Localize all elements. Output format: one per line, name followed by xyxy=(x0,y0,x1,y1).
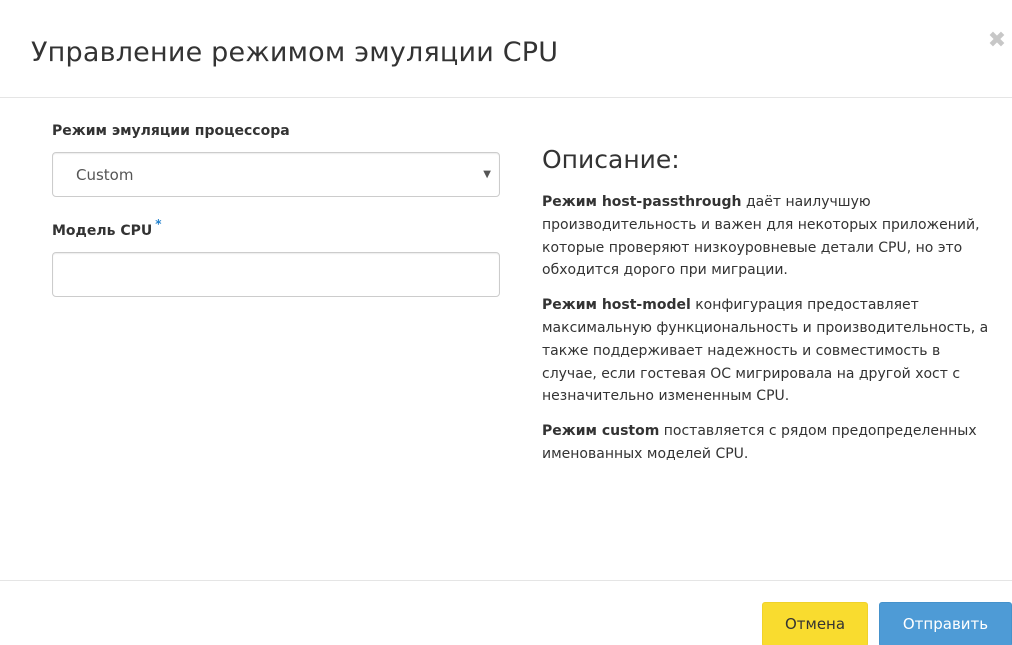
description-section: Описание: Режим host-passthrough даёт на… xyxy=(542,140,997,466)
host-passthrough-term: Режим host-passthrough xyxy=(542,194,742,210)
cpu-mode-selected-value: Custom xyxy=(76,166,134,184)
cpu-mode-select[interactable]: Custom ▼ xyxy=(52,152,500,197)
host-model-text: конфигурация предоставляет максимальную … xyxy=(542,297,989,405)
host-model-term: Режим host-model xyxy=(542,297,691,314)
cpu-model-label-wrap: Модель CPU * xyxy=(52,217,162,239)
dialog-header: Управление режимом эмуляции CPU ✖ xyxy=(0,0,1012,98)
cpu-mode-label: Режим эмуляции процессора xyxy=(52,123,290,139)
cancel-button[interactable]: Отмена xyxy=(762,602,868,645)
custom-term: Режим custom xyxy=(542,423,660,440)
cpu-model-input[interactable] xyxy=(52,252,500,297)
description-host-passthrough: Режим host-passthrough даёт наилучшую пр… xyxy=(542,191,997,282)
dialog-footer: Отмена Отправить xyxy=(0,580,1012,645)
required-asterisk: * xyxy=(155,217,162,231)
submit-button[interactable]: Отправить xyxy=(879,602,1012,645)
dialog-title: Управление режимом эмуляции CPU xyxy=(31,37,559,68)
chevron-down-icon: ▼ xyxy=(483,169,491,180)
description-custom: Режим custom поставляется с рядом предоп… xyxy=(542,420,997,466)
cpu-model-label: Модель CPU xyxy=(52,223,153,239)
cpu-mode-dialog: Управление режимом эмуляции CPU ✖ Режим … xyxy=(0,0,1012,645)
description-heading: Описание: xyxy=(542,145,680,174)
close-icon[interactable]: ✖ xyxy=(986,30,1008,52)
description-host-model: Режим host-model конфигурация предоставл… xyxy=(542,294,997,408)
